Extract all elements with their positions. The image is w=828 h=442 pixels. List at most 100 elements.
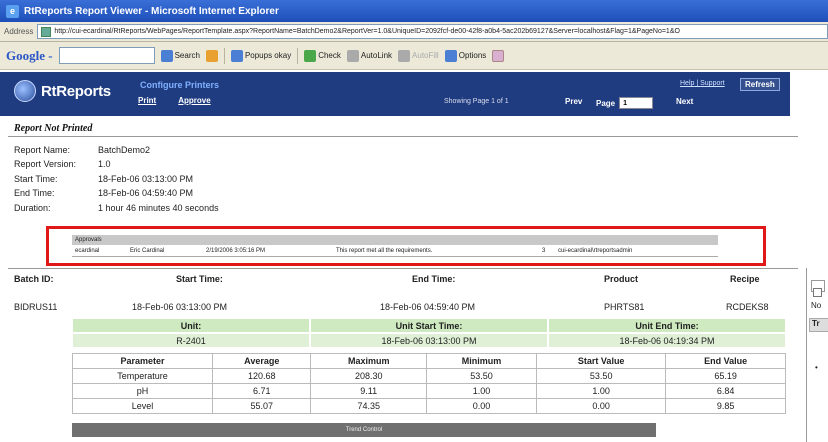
unit-header: Unit: <box>72 318 310 333</box>
address-label: Address <box>4 27 34 36</box>
column-header: End Value <box>665 353 786 369</box>
address-bar: Address http://cui-ecardinal/RtReports/W… <box>0 22 828 42</box>
meta-label: Start Time: <box>14 173 58 184</box>
popups-button[interactable]: Popups okay <box>230 49 292 62</box>
unit-grid: Unit: Unit Start Time: Unit End Time: R-… <box>72 318 786 348</box>
product-value: PHRTS81 <box>604 302 645 312</box>
table-cell: 53.50 <box>536 368 667 384</box>
divider <box>8 268 798 269</box>
table-cell: 1.00 <box>536 383 667 399</box>
refresh-button[interactable]: Refresh <box>740 78 780 91</box>
address-url: http://cui-ecardinal/RtReports/WebPages/… <box>54 28 680 35</box>
autolink-button[interactable]: AutoLink <box>346 49 393 62</box>
toolbar-divider <box>297 47 299 64</box>
popups-label: Popups okay <box>244 51 292 60</box>
toolbar-divider <box>223 47 225 64</box>
page-icon <box>41 26 52 37</box>
table-cell: 74.35 <box>310 398 427 414</box>
check-label: Check <box>318 51 341 60</box>
batch-id-header: Batch ID: <box>14 274 54 284</box>
panel-dot: • <box>815 363 818 372</box>
right-panel-edge: No Tr • <box>806 268 828 442</box>
meta-value: 18-Feb-06 03:13:00 PM <box>98 173 194 184</box>
meta-value: BatchDemo2 <box>98 145 151 155</box>
support-link[interactable]: Support <box>700 80 725 87</box>
popup-blocker-icon <box>230 49 243 62</box>
divider <box>8 136 798 137</box>
search-icon <box>160 49 173 62</box>
options-button[interactable]: Options <box>444 49 487 62</box>
options-label: Options <box>458 51 487 60</box>
meta-row: End Time: 18-Feb-06 04:59:40 PM <box>14 186 219 200</box>
search-label: Search <box>174 51 200 60</box>
end-time-value: 18-Feb-06 04:59:40 PM <box>380 302 476 312</box>
table-cell: 0.00 <box>425 398 538 414</box>
panel-header-bar: Tr <box>809 318 828 332</box>
autolink-label: AutoLink <box>360 51 393 60</box>
report-metadata: Report Name: BatchDemo2 Report Version: 1.… <box>14 143 219 215</box>
end-time-header: End Time: <box>412 274 456 284</box>
news-icon[interactable] <box>205 49 218 62</box>
ie-icon: e <box>6 4 19 18</box>
autofill-label: AutoFill <box>412 51 439 60</box>
trend-control-bar[interactable]: Trend Control <box>72 423 656 437</box>
rtreports-logo: RtReports <box>14 80 111 102</box>
page-label: Page <box>596 98 616 108</box>
help-support-links: Help | Support <box>680 80 725 87</box>
product-header: Product <box>604 274 639 284</box>
google-search-input[interactable] <box>58 47 155 64</box>
table-cell: 208.30 <box>310 368 427 384</box>
unit-end-value: 18-Feb-06 04:19:34 PM <box>548 333 786 348</box>
table-cell: pH <box>71 383 214 399</box>
table-cell: Level <box>71 398 214 414</box>
unit-end-header: Unit End Time: <box>548 318 786 333</box>
check-button[interactable]: Check <box>304 49 341 62</box>
search-button[interactable]: Search <box>160 49 200 62</box>
approve-link[interactable]: Approve <box>178 96 210 105</box>
unit-start-value: 18-Feb-06 03:13:00 PM <box>310 333 548 348</box>
table-row: pH 6.71 9.11 1.00 1.00 6.84 <box>71 383 786 399</box>
table-row: Level 55.07 74.35 0.00 0.00 9.85 <box>71 398 786 414</box>
next-button[interactable]: Next <box>676 97 693 106</box>
print-link[interactable]: Print <box>138 96 156 105</box>
table-header-row: Parameter Average Maximum Minimum Start … <box>71 353 786 369</box>
autofill-button[interactable]: AutoFill <box>398 49 439 62</box>
table-cell: 6.84 <box>665 383 786 399</box>
globe-icon <box>14 80 36 102</box>
configure-printers-link[interactable]: Configure Printers <box>140 80 219 90</box>
help-link[interactable]: Help <box>680 80 694 87</box>
logo-text: RtReports <box>41 82 111 100</box>
table-cell: 9.11 <box>310 383 427 399</box>
table-cell: 53.50 <box>425 368 538 384</box>
meta-label: Report Name: <box>14 145 71 155</box>
autofill-icon <box>398 49 411 62</box>
google-toolbar: Google - Search Popups okay Check AutoLi… <box>0 42 828 70</box>
parameters-table: Parameter Average Maximum Minimum Start … <box>71 353 786 414</box>
table-cell: 9.85 <box>665 398 786 414</box>
meta-label: Duration: <box>14 202 51 213</box>
page-dropdown[interactable]: 1 <box>619 97 654 109</box>
page-selector: Page 1 <box>596 97 654 109</box>
column-header: Minimum <box>425 353 538 369</box>
address-input[interactable]: http://cui-ecardinal/RtReports/WebPages/… <box>37 24 828 39</box>
report-status: Report Not Printed <box>14 123 93 134</box>
table-cell: 6.71 <box>212 383 312 399</box>
column-header: Start Value <box>536 353 667 369</box>
prev-button[interactable]: Prev <box>565 97 582 106</box>
meta-row: Start Time: 18-Feb-06 03:13:00 PM <box>14 172 219 186</box>
highlight-box <box>46 226 766 266</box>
meta-row: Duration: 1 hour 46 minutes 40 seconds <box>14 201 219 215</box>
pen-icon[interactable] <box>492 49 505 62</box>
panel-checkbox[interactable] <box>813 288 822 297</box>
recipe-header: Recipe <box>730 274 760 284</box>
table-cell: 1.00 <box>425 383 538 399</box>
google-logo[interactable]: Google - <box>6 48 53 64</box>
table-cell: 0.00 <box>536 398 667 414</box>
rtreports-header: RtReports Configure Printers Print Appro… <box>0 72 790 116</box>
meta-label: End Time: <box>14 188 55 199</box>
report-nav: Print Approve <box>138 96 211 105</box>
unit-start-header: Unit Start Time: <box>310 318 548 333</box>
meta-row: Report Version: 1.0 <box>14 157 219 171</box>
column-header: Maximum <box>310 353 427 369</box>
meta-label: Report Version: <box>14 159 77 170</box>
